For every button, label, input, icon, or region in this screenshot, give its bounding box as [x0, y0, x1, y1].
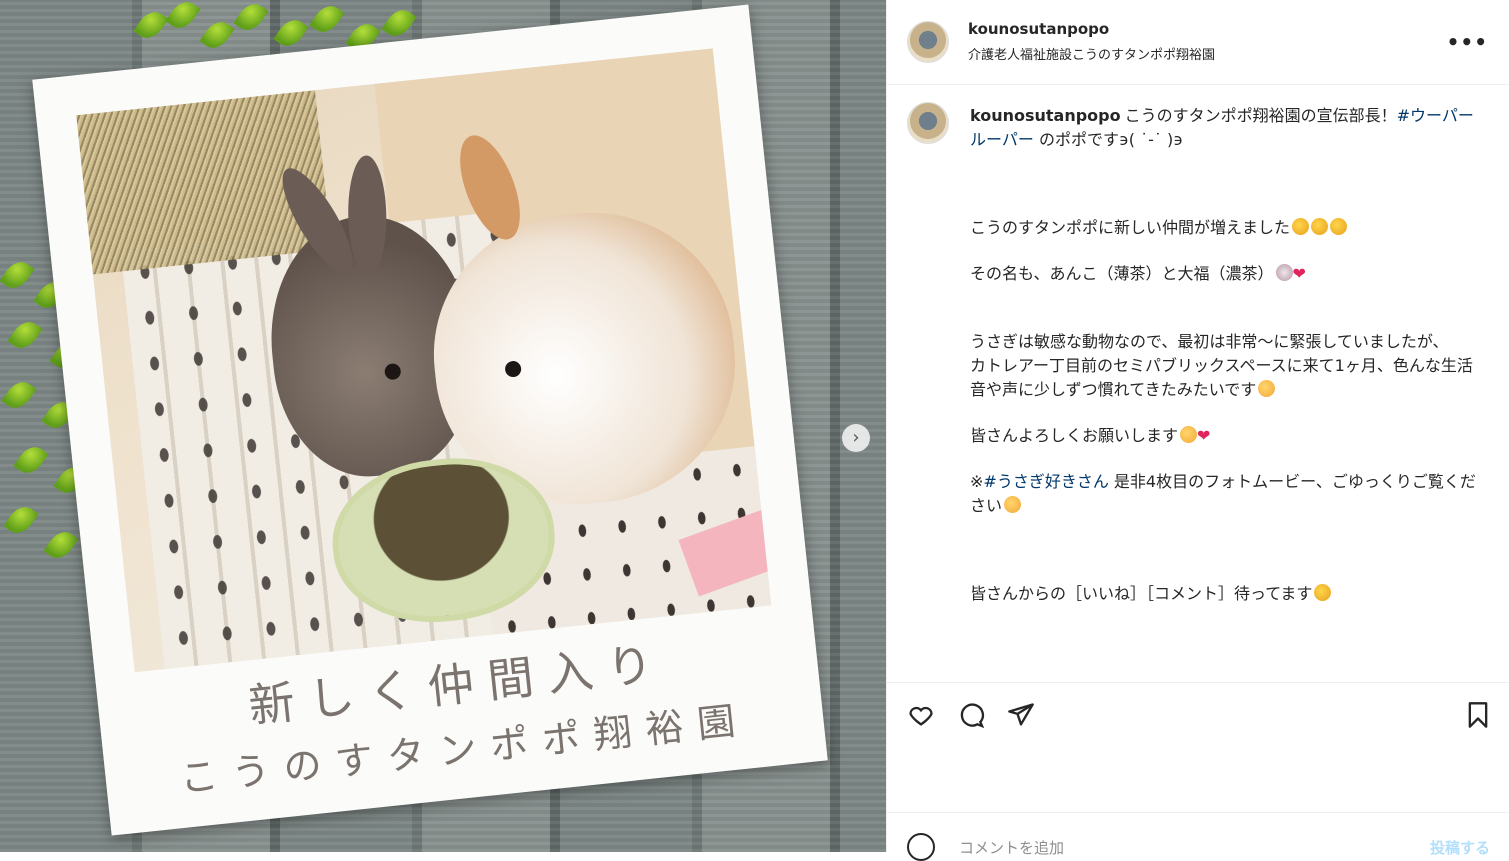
clap-emoji-icon: [1292, 218, 1310, 235]
caption-line: 皆さんよろしくお願いします: [970, 426, 1179, 445]
comment-bar: 投稿する: [887, 812, 1509, 861]
post-caption: kounosutanpopo こうのすタンポポ翔裕園の宣伝部長！#ウーパールーパー…: [887, 84, 1509, 682]
caption-intro: こうのすタンポポ翔裕園の宣伝部長！: [1124, 106, 1397, 125]
polaroid-frame: 新しく仲間入り こうのすタンポポ翔裕園: [32, 4, 828, 836]
caption-intro-tail: のポポです϶( ˙-˙ )϶: [1038, 130, 1184, 149]
chevron-right-icon[interactable]: ›: [842, 424, 870, 452]
hashtag-link[interactable]: #うさぎ好きさん: [983, 472, 1108, 491]
action-bar: [887, 682, 1509, 813]
rabbits-photo: [76, 48, 772, 673]
heart-icon[interactable]: [907, 701, 935, 729]
note-prefix: ※: [970, 472, 984, 491]
thumbs-up-emoji-icon: [1314, 584, 1332, 601]
caption-body: kounosutanpopo こうのすタンポポ翔裕園の宣伝部長！#ウーパールーパー…: [970, 104, 1482, 606]
share-icon[interactable]: [1007, 701, 1035, 729]
rabbit-emoji-icon: [1275, 264, 1293, 281]
pleading-face-emoji-icon: [1180, 426, 1198, 443]
thumbs-up-emoji-icon: [1004, 496, 1022, 513]
clap-emoji-icon: [1311, 218, 1329, 235]
smiling-face-emoji-icon: [1258, 380, 1276, 397]
comment-input[interactable]: [957, 835, 1401, 861]
more-horizontal-icon[interactable]: •••: [1447, 30, 1488, 54]
post-comment-button[interactable]: 投稿する: [1430, 837, 1490, 858]
caption-username[interactable]: kounosutanpopo: [970, 106, 1121, 125]
caption-line: こうのすタンポポに新しい仲間が増えました: [970, 218, 1291, 237]
post-media[interactable]: 新しく仲間入り こうのすタンポポ翔裕園 ›: [0, 0, 886, 852]
heart-emoji-icon: ❤: [1197, 426, 1211, 445]
caption-line: 皆さんからの［いいね］［コメント］待ってます: [970, 584, 1313, 603]
caption-avatar[interactable]: [907, 102, 949, 144]
caption-line: その名も、あんこ（薄茶）と大福（濃茶）: [970, 264, 1274, 283]
header-username[interactable]: kounosutanpopo: [968, 20, 1109, 38]
comment-icon[interactable]: [957, 701, 985, 729]
caption-line: うさぎは敏感な動物なので、最初は非常〜に緊張していましたが、: [970, 332, 1449, 351]
heart-emoji-icon: ❤: [1292, 264, 1306, 283]
avatar[interactable]: [907, 21, 949, 63]
caption-line: カトレアー丁目前のセミパブリックスペースに来て1ヶ月、色んな生活音や声に少しずつ…: [970, 356, 1473, 399]
post-header: kounosutanpopo 介護老人福祉施設こうのすタンポポ翔裕園 •••: [887, 0, 1509, 85]
emoji-picker-icon[interactable]: [907, 833, 935, 861]
clap-emoji-icon: [1330, 218, 1348, 235]
header-location[interactable]: 介護老人福祉施設こうのすタンポポ翔裕園: [968, 44, 1215, 63]
post-side-panel: kounosutanpopo 介護老人福祉施設こうのすタンポポ翔裕園 ••• k…: [886, 0, 1509, 861]
bookmark-icon[interactable]: [1464, 701, 1492, 729]
